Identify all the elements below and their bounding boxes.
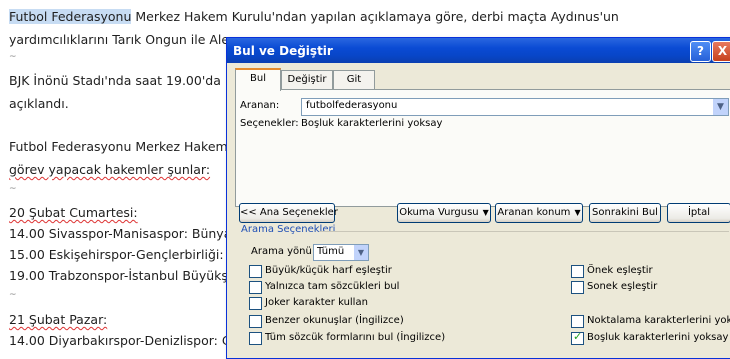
selected-text: Futbol Federasyonu xyxy=(9,9,132,24)
less-options-button[interactable]: << Ana Seçenekler xyxy=(239,203,338,223)
close-button[interactable]: X xyxy=(712,41,730,62)
tab-goto[interactable]: Git xyxy=(333,70,375,89)
options-value: Boşluk karakterlerini yoksay xyxy=(301,118,443,129)
direction-value: Tümü xyxy=(317,246,345,257)
search-input[interactable]: futbolfederasyonu ▼ xyxy=(301,98,729,116)
tab-replace[interactable]: Değiştir xyxy=(281,70,333,89)
match-case-label: Büyük/küçük harf eşleştir xyxy=(265,265,392,276)
chevron-down-icon: ▼ xyxy=(574,208,581,217)
chevron-down-icon[interactable]: ▼ xyxy=(354,245,368,260)
chevron-down-icon: ▼ xyxy=(482,208,489,217)
find-replace-dialog: Bul ve Değiştir ? X Bul Değiştir Git Ara… xyxy=(226,37,730,359)
wildcards-checkbox[interactable] xyxy=(249,297,262,310)
match-prefix-checkbox[interactable] xyxy=(571,265,584,278)
dialog-title: Bul ve Değiştir xyxy=(233,44,333,58)
ignore-whitespace-checkbox[interactable] xyxy=(571,330,584,345)
ignore-punctuation-label: Noktalama karakterlerini yoksay xyxy=(587,315,730,326)
doc-line: BJK İnönü Stadı'nda saat 19.00'da b xyxy=(9,73,233,88)
find-in-button[interactable]: Aranan konum ▼ xyxy=(495,203,583,223)
direction-label: Arama yönü: xyxy=(251,246,316,257)
sounds-like-checkbox[interactable] xyxy=(249,315,262,328)
ignore-punctuation-checkbox[interactable] xyxy=(571,315,584,328)
doc-line: 21 Şubat Pazar: xyxy=(9,312,108,327)
help-button[interactable]: ? xyxy=(690,41,711,62)
doc-line: 19.00 Trabzonspor-İstanbul Büyükş xyxy=(9,268,228,283)
sounds-like-label: Benzer okunuşlar (İngilizce) xyxy=(265,315,404,326)
paragraph-mark: ~ xyxy=(9,184,17,194)
match-case-checkbox[interactable] xyxy=(249,265,262,278)
doc-line: yardımcılıklarını Tarık Ongun ile Ale xyxy=(9,32,230,47)
reading-highlight-button[interactable]: Okuma Vurgusu ▼ xyxy=(397,203,491,223)
search-options-title: Arama Seçenekleri xyxy=(241,224,336,235)
paragraph-mark: ~ xyxy=(9,52,17,62)
tab-find[interactable]: Bul xyxy=(235,68,281,91)
match-suffix-label: Sonek eşleştir xyxy=(587,281,658,292)
doc-line: 14.00 Sivasspor-Manisaspor: Bünya xyxy=(9,226,232,241)
doc-line: 14.00 Diyarbakırspor-Denizlispor: C xyxy=(9,333,231,348)
all-word-forms-label: Tüm sözcük formlarını bul (İngilizce) xyxy=(265,332,446,343)
all-word-forms-checkbox[interactable] xyxy=(249,332,262,345)
paragraph-mark: ~ xyxy=(9,290,17,300)
search-value: futbolfederasyonu xyxy=(306,100,398,111)
find-panel: Aranan: futbolfederasyonu ▼ Seçenekler: … xyxy=(235,89,730,207)
options-label: Seçenekler: xyxy=(240,118,299,129)
group-divider xyxy=(319,231,729,232)
doc-line: 20 Şubat Cumartesi: xyxy=(9,205,138,220)
chevron-down-icon[interactable]: ▼ xyxy=(713,99,728,115)
doc-line: Futbol Federasyonu Merkez Hakem xyxy=(9,139,228,154)
find-next-button[interactable]: Sonrakini Bul xyxy=(589,203,661,223)
whole-words-label: Yalnızca tam sözcükleri bul xyxy=(265,281,400,292)
doc-line: 15.00 Eskişehirspor-Gençlerbirliği: H xyxy=(9,247,237,262)
match-suffix-checkbox[interactable] xyxy=(571,281,584,294)
ignore-whitespace-label: Boşluk karakterlerini yoksay xyxy=(587,332,729,343)
whole-words-checkbox[interactable] xyxy=(249,281,262,294)
doc-line: Futbol Federasyonu Merkez Hakem Kurulu'n… xyxy=(9,9,619,24)
dialog-titlebar[interactable]: Bul ve Değiştir ? X xyxy=(227,38,730,63)
search-label: Aranan: xyxy=(240,100,280,111)
doc-line: görev yapacak hakemler şunlar: xyxy=(9,162,211,177)
doc-line: açıklandı. xyxy=(9,96,69,111)
wildcards-label: Joker karakter kullan xyxy=(265,297,368,308)
match-prefix-label: Önek eşleştir xyxy=(587,265,653,276)
direction-select[interactable]: Tümü ▼ xyxy=(313,244,369,261)
cancel-button[interactable]: İptal xyxy=(667,203,730,223)
